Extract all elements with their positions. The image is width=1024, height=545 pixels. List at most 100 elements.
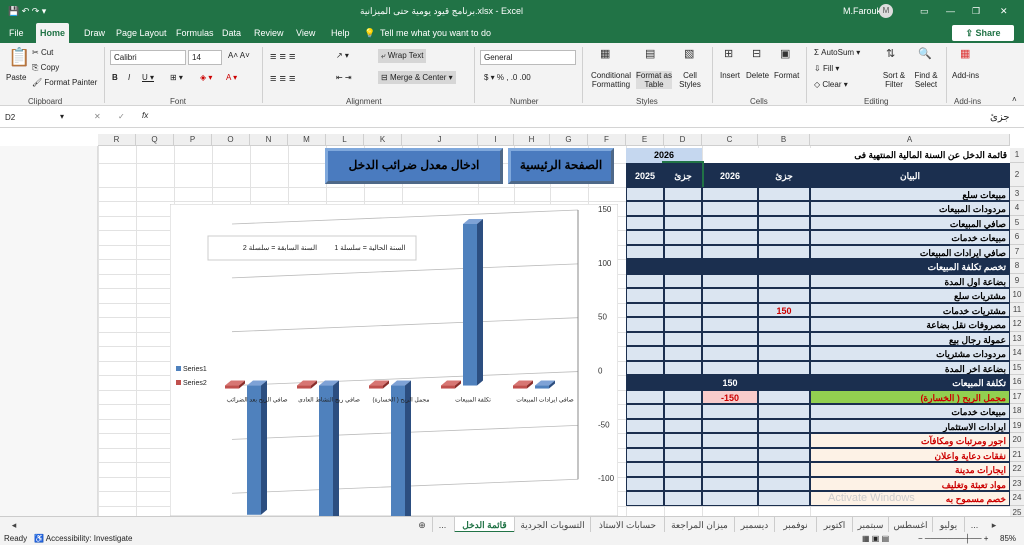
cell-b-row-14[interactable] — [758, 346, 810, 361]
format-button[interactable]: Format — [774, 71, 799, 80]
cell-c-row-14[interactable] — [702, 346, 758, 361]
cell-e-row-10[interactable] — [626, 288, 664, 303]
format-painter-button[interactable]: 🖌 Format Painter — [32, 78, 97, 87]
fill-color-icon[interactable]: ◈ ▾ — [200, 73, 212, 82]
font-name-select[interactable]: Calibri — [110, 50, 186, 65]
column-header-p[interactable]: P — [174, 134, 212, 146]
row-header-6[interactable]: 6 — [1010, 230, 1024, 245]
font-color-icon[interactable]: A ▾ — [226, 73, 237, 82]
cell-c-row-13[interactable] — [702, 331, 758, 346]
column-header-q[interactable]: Q — [136, 134, 174, 146]
cell-b-row-15[interactable] — [758, 360, 810, 375]
tab-september[interactable]: سبتمبر — [852, 517, 888, 533]
add-sheet-icon[interactable]: ⊕ — [414, 517, 430, 533]
column-header-c[interactable]: C — [702, 134, 758, 146]
cell-d-row-7[interactable] — [664, 244, 702, 259]
year-header-top[interactable]: 2026 — [626, 148, 702, 163]
cell-b-row-21[interactable] — [758, 447, 810, 462]
cancel-icon[interactable]: ✕ — [94, 112, 101, 121]
cut-button[interactable]: ✂ Cut — [32, 48, 53, 57]
cell-d-row-14[interactable] — [664, 346, 702, 361]
italic-icon[interactable]: I — [128, 73, 130, 82]
cell-d-row-21[interactable] — [664, 447, 702, 462]
header-year-previous[interactable]: 2025 — [626, 162, 664, 187]
row-header-16[interactable]: 16 — [1010, 375, 1024, 390]
cell-c-row-11[interactable] — [702, 302, 758, 317]
cell-e-row-20[interactable] — [626, 433, 664, 448]
cell-e-row-3[interactable] — [626, 186, 664, 201]
row-header-1[interactable]: 1 — [1010, 148, 1024, 163]
cell-d-row-20[interactable] — [664, 433, 702, 448]
cell-d-row-18[interactable] — [664, 404, 702, 419]
cell-e-row-13[interactable] — [626, 331, 664, 346]
value-gross-profit[interactable]: -150 — [702, 389, 758, 404]
close-icon[interactable]: ✕ — [1000, 6, 1008, 17]
income-chart[interactable]: 150 100 50 0 -50 -100 صافي ايرادات المبيعات تكل… — [170, 204, 618, 516]
cell-c-row-3[interactable] — [702, 186, 758, 201]
cell-c-row-18[interactable] — [702, 404, 758, 419]
cell-b-row-3[interactable] — [758, 186, 810, 201]
column-header-b[interactable]: B — [758, 134, 810, 146]
tax-rate-button[interactable]: ادخال معدل ضرائب الدخل — [325, 148, 503, 184]
formula-input[interactable]: جزئ — [990, 112, 1010, 123]
cell-d-row-6[interactable] — [664, 230, 702, 245]
row-header-23[interactable]: 23 — [1010, 476, 1024, 491]
cell-b-row-8[interactable] — [758, 259, 810, 274]
border-icon[interactable]: ⊞ ▾ — [170, 73, 183, 82]
row-header-3[interactable]: 3 — [1010, 186, 1024, 201]
tab-formulas[interactable]: Formulas — [172, 23, 218, 43]
statement-label-row-11[interactable]: مشتريات خدمات — [810, 302, 1010, 317]
cell-d-row-22[interactable] — [664, 462, 702, 477]
statement-label-row-14[interactable]: مردودات مشتريات — [810, 346, 1010, 361]
cell-c-row-23[interactable] — [702, 476, 758, 491]
row-header-14[interactable]: 14 — [1010, 346, 1024, 361]
column-header-d[interactable]: D — [664, 134, 702, 146]
header-year-current[interactable]: 2026 — [702, 162, 758, 187]
scroll-left-icon[interactable]: ◂ — [8, 517, 20, 533]
statement-label-row-18[interactable]: مبيعات خدمات — [810, 404, 1010, 419]
cell-c-row-15[interactable] — [702, 360, 758, 375]
cell-d-row-13[interactable] — [664, 331, 702, 346]
tab-help[interactable]: Help — [327, 23, 354, 43]
cell-b-row-6[interactable] — [758, 230, 810, 245]
column-header-n[interactable]: N — [250, 134, 288, 146]
cell-c-row-7[interactable] — [702, 244, 758, 259]
avatar[interactable]: M — [879, 4, 893, 18]
statement-label-row-13[interactable]: عمولة رجال بيع — [810, 331, 1010, 346]
row-header-9[interactable]: 9 — [1010, 273, 1024, 288]
row-header-4[interactable]: 4 — [1010, 201, 1024, 216]
cell-e-row-15[interactable] — [626, 360, 664, 375]
tab-home[interactable]: Home — [36, 23, 70, 43]
cell-b-row-18[interactable] — [758, 404, 810, 419]
fill-button[interactable]: ⇩ Fill ▾ — [814, 64, 839, 73]
tab-trial-balance[interactable]: ميزان المراجعة — [664, 517, 734, 533]
cell-e-row-5[interactable] — [626, 215, 664, 230]
row-header-19[interactable]: 19 — [1010, 418, 1024, 433]
header-statement[interactable]: البيان — [810, 162, 1010, 187]
find-select-button[interactable]: Find & Select — [910, 71, 942, 89]
indent-icon[interactable]: ⇤ ⇥ — [336, 73, 352, 82]
cell-c-row-8[interactable] — [702, 259, 758, 274]
cell-c-row-4[interactable] — [702, 201, 758, 216]
cell-e-row-17[interactable] — [626, 389, 664, 404]
paste-icon[interactable]: 📋 — [8, 47, 30, 68]
column-header-h[interactable]: H — [514, 134, 550, 146]
column-header-k[interactable]: K — [364, 134, 402, 146]
cell-d-row-5[interactable] — [664, 215, 702, 230]
cell-e-row-11[interactable] — [626, 302, 664, 317]
tab-ledger[interactable]: حسابات الاستاذ — [590, 517, 664, 533]
statement-label-row-17[interactable]: مجمل الربح ( الخسارة) — [810, 389, 1010, 404]
tab-review[interactable]: Review — [250, 23, 288, 43]
row-header-21[interactable]: 21 — [1010, 447, 1024, 462]
cell-d-row-24[interactable] — [664, 491, 702, 506]
autosave-icon[interactable]: 💾 ↶ ↷ ▾ — [8, 6, 46, 17]
cell-b-row-10[interactable] — [758, 288, 810, 303]
cell-b-row-4[interactable] — [758, 201, 810, 216]
row-header-12[interactable]: 12 — [1010, 317, 1024, 332]
statement-label-row-21[interactable]: نفقات دعاية واعلان — [810, 447, 1010, 462]
merge-center-button[interactable]: ⊟ Merge & Center ▾ — [378, 71, 456, 84]
cell-e-row-14[interactable] — [626, 346, 664, 361]
sort-filter-button[interactable]: Sort & Filter — [878, 71, 910, 89]
column-header-a[interactable]: A — [810, 134, 1010, 146]
tab-more-right[interactable]: ... — [964, 517, 984, 533]
